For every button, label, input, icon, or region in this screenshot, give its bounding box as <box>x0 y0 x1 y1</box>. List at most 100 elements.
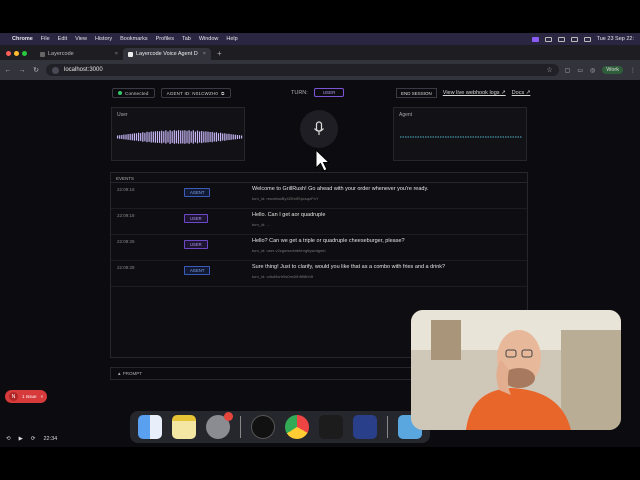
docs-link[interactable]: Docs ↗ <box>512 90 531 96</box>
event-turn-id: turn_id: user-v2zgmsxdmbhhrg6ysedgmb <box>252 248 326 253</box>
agent-waveform <box>400 136 522 138</box>
waveform-bar <box>194 131 196 143</box>
close-tab-icon[interactable]: × <box>115 51 118 57</box>
waveform-bar <box>203 131 205 143</box>
copy-icon[interactable]: ⧉ <box>221 91 224 96</box>
maximize-window-button[interactable] <box>22 51 27 56</box>
screen-record-icon[interactable] <box>531 36 539 42</box>
waveform-bar <box>142 132 144 142</box>
events-header: EVENTS <box>111 173 527 183</box>
waveform-bar <box>232 134 234 140</box>
tab-voice-agent[interactable]: Layercode Voice Agent D × <box>123 48 211 60</box>
connected-dot-icon <box>118 91 122 95</box>
menu-bookmarks[interactable]: Bookmarks <box>120 36 148 42</box>
event-role-badge: AGENT <box>184 188 211 197</box>
play-icon[interactable]: ▶ <box>19 436 23 442</box>
extensions-icon[interactable]: ▢ <box>565 67 571 74</box>
letterbox-bottom <box>0 447 640 480</box>
waveform-bar <box>146 131 148 143</box>
waveform-bar <box>238 135 241 139</box>
waveform-bar <box>173 130 175 144</box>
waveform-bar <box>148 132 150 142</box>
waveform-bar <box>188 130 190 144</box>
status-icon[interactable] <box>557 36 565 42</box>
webcam-overlay <box>411 310 621 430</box>
webhook-logs-link[interactable]: View live webhook logs ↗ <box>443 90 506 96</box>
favicon-icon <box>128 51 133 57</box>
issues-badge[interactable]: N 1 Issue × <box>5 390 48 403</box>
rewind-icon[interactable]: ⟲ <box>6 436 11 442</box>
menu-edit[interactable]: Edit <box>58 36 67 42</box>
reload-icon[interactable]: ↻ <box>32 66 40 74</box>
waveform-bar <box>154 131 156 143</box>
menu-help[interactable]: Help <box>226 36 237 42</box>
menu-window[interactable]: Window <box>199 36 219 42</box>
site-info-icon[interactable] <box>52 66 59 74</box>
nextjs-icon: N <box>9 392 18 401</box>
event-row[interactable]: 22:09:18 AGENT Welcome to GrillRush! Go … <box>111 183 527 209</box>
new-tab-icon[interactable]: + <box>217 49 222 58</box>
menu-file[interactable]: File <box>41 36 50 42</box>
menubar-clock[interactable]: Tue 23 Sep 22: <box>597 36 634 42</box>
event-turn-id: turn_id: o4sd9crtr9s0m40hft98hhft <box>252 274 313 279</box>
menubar-status-icons: Tue 23 Sep 22: <box>531 36 634 42</box>
event-row[interactable]: 22:09:28 AGENT Sure thing! Just to clari… <box>111 261 527 287</box>
forward-icon[interactable]: → <box>18 67 26 74</box>
mac-menubar: Chrome File Edit View History Bookmarks … <box>0 33 640 45</box>
event-turn-id: turn_id: ... <box>252 222 270 227</box>
sidebar-icon[interactable]: ▭ <box>577 67 583 74</box>
close-icon[interactable]: × <box>41 394 44 399</box>
event-text: Sure thing! Just to clarify, would you l… <box>252 264 446 270</box>
microphone-button[interactable] <box>300 110 338 148</box>
notification-badge <box>224 412 233 421</box>
forward-icon[interactable]: ⟳ <box>31 436 36 442</box>
waveform-bar <box>156 131 159 143</box>
event-row[interactable]: 22:09:25 USER Hello? Can we get a triple… <box>111 235 527 261</box>
header-actions: END SESSION View live webhook logs ↗ Doc… <box>396 88 530 98</box>
profile-button[interactable]: Work <box>602 66 623 74</box>
window-controls <box>6 51 27 56</box>
waveform-bar <box>171 131 173 143</box>
menu-view[interactable]: View <box>75 36 87 42</box>
close-window-button[interactable] <box>6 51 11 56</box>
waveform-bar <box>215 132 217 142</box>
back-icon[interactable]: ← <box>4 67 12 74</box>
waveform-bar <box>119 135 121 139</box>
waveform-bar <box>180 130 182 144</box>
extension-icon[interactable]: ◎ <box>590 67 595 74</box>
agent-id-badge[interactable]: AGENT ID: N01CWZH0 ⧉ <box>160 88 231 98</box>
waveform-bar <box>133 133 135 141</box>
event-turn-id: turn_id: resvetaoBy42KbIfSpcsqzFnY <box>252 196 319 201</box>
waveform-bar <box>159 131 161 143</box>
waveform-bar <box>150 131 152 143</box>
waveform-bar <box>192 130 194 144</box>
tab-layercode[interactable]: Layercode × <box>35 48 123 60</box>
menu-history[interactable]: History <box>95 36 112 42</box>
event-role-badge: USER <box>184 214 208 223</box>
menu-profiles[interactable]: Profiles <box>156 36 174 42</box>
bookmark-star-icon[interactable]: ☆ <box>546 66 552 74</box>
menubar-app-name[interactable]: Chrome <box>12 36 33 42</box>
waveform-bar <box>209 132 211 142</box>
waveform-bar <box>177 130 180 144</box>
minimize-window-button[interactable] <box>14 51 19 56</box>
waveform-bar <box>207 131 209 143</box>
presenter-video <box>411 310 621 430</box>
battery-icon[interactable] <box>570 36 578 42</box>
wifi-icon[interactable] <box>583 36 591 42</box>
event-row[interactable]: 22:09:18 USER Hello. Can I get aor quadr… <box>111 209 527 235</box>
event-text: Welcome to GrillRush! Go ahead with your… <box>252 186 429 192</box>
waveform-bar <box>175 130 177 144</box>
close-tab-icon[interactable]: × <box>203 51 206 57</box>
end-session-button[interactable]: END SESSION <box>396 88 437 98</box>
address-bar[interactable]: localhost:3000 ☆ <box>46 64 559 76</box>
status-icon[interactable] <box>544 36 552 42</box>
agent-audio-panel: Agent <box>393 107 527 161</box>
tab-label: Layercode Voice Agent D <box>136 51 198 57</box>
waveform-bar <box>190 131 192 143</box>
event-text: Hello. Can I get aor quadruple <box>252 212 326 218</box>
menu-tab[interactable]: Tab <box>182 36 191 42</box>
menu-dots-icon[interactable]: ⋮ <box>630 67 636 74</box>
tab-label: Layercode <box>48 51 74 57</box>
letterbox-top <box>0 0 640 33</box>
